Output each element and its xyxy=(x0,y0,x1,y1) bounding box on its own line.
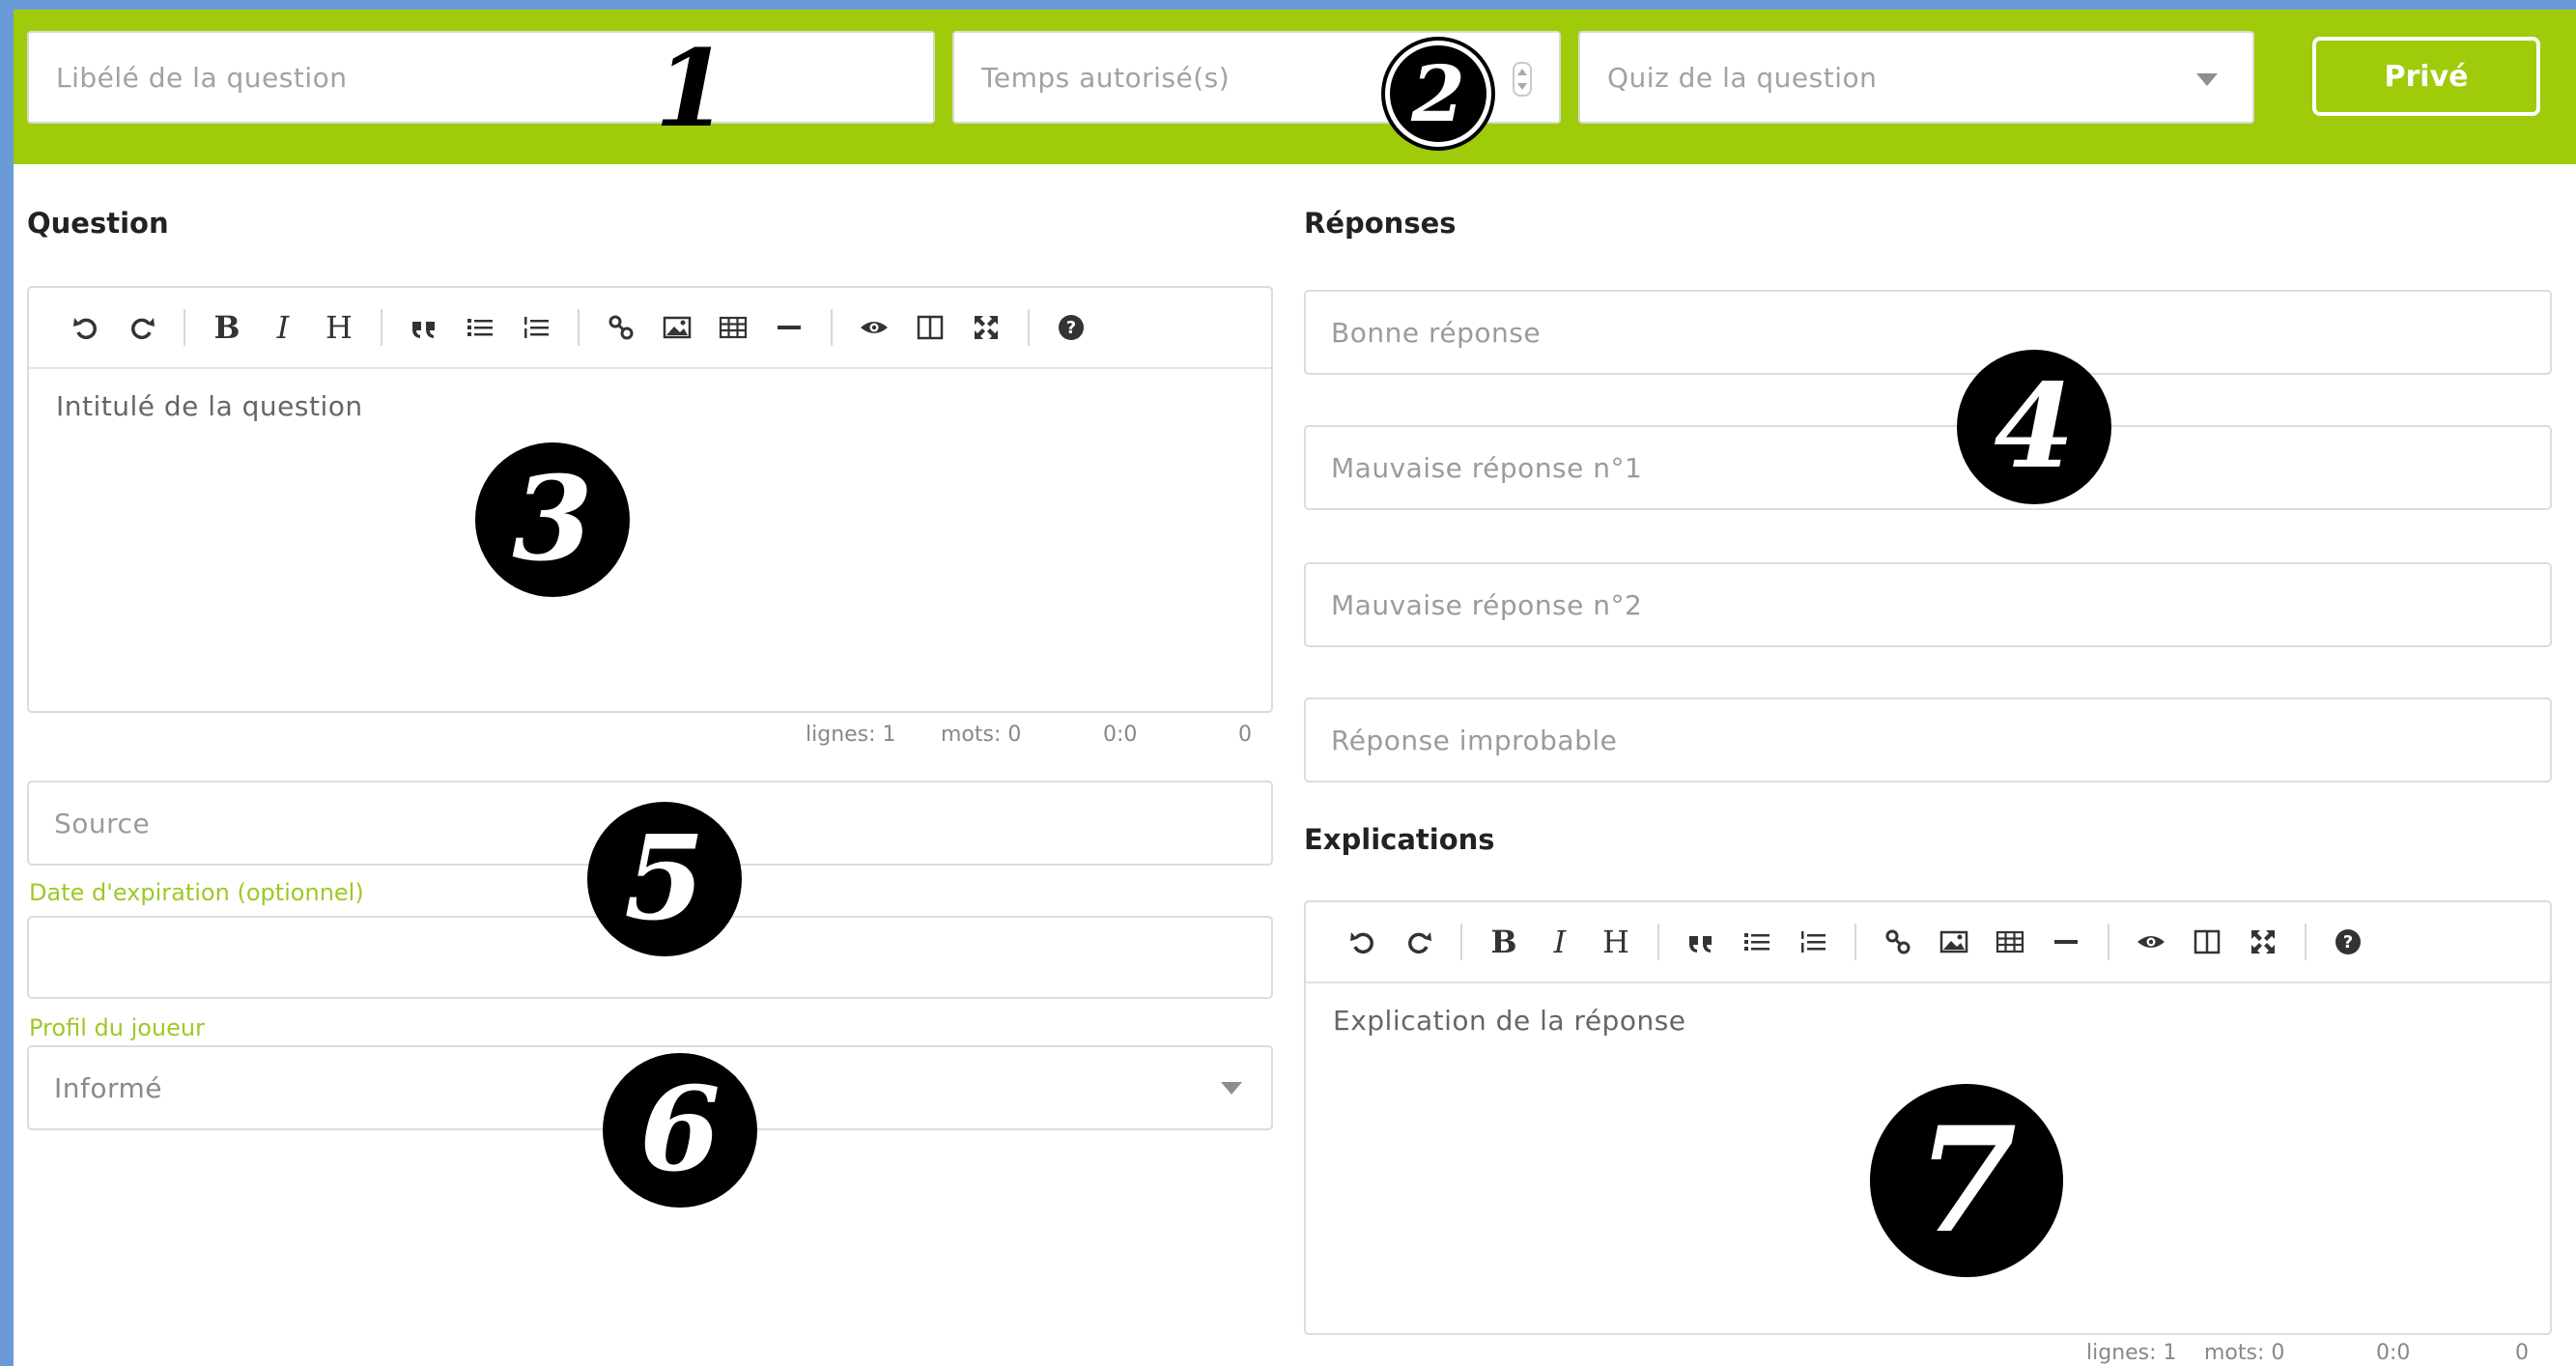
wrong-answer-1-placeholder: Mauvaise réponse n°1 xyxy=(1331,451,1643,484)
question-editor-toolbar: B I H ? xyxy=(29,288,1271,369)
explanations-section-title: Explications xyxy=(1304,823,1495,856)
bold-icon[interactable]: B xyxy=(1476,919,1532,965)
question-section-title: Question xyxy=(27,207,169,240)
good-answer-input[interactable]: Bonne réponse xyxy=(1304,290,2552,375)
table-icon[interactable] xyxy=(705,304,761,351)
quiz-select[interactable]: Quiz de la question xyxy=(1578,31,2254,124)
improbable-answer-input[interactable]: Réponse improbable xyxy=(1304,697,2552,783)
horizontal-rule-icon[interactable] xyxy=(761,304,817,351)
question-label-input[interactable]: Libélé de la question xyxy=(27,31,935,124)
image-icon[interactable] xyxy=(1926,919,1982,965)
marker-6: 6 xyxy=(603,1053,757,1208)
word-count: mots: 0 xyxy=(2204,1341,2285,1365)
cursor-position: 0:0 xyxy=(2376,1341,2411,1365)
numbered-list-icon[interactable] xyxy=(1785,919,1841,965)
image-icon[interactable] xyxy=(649,304,705,351)
toolbar-separator xyxy=(1854,924,1856,960)
wrong-answer-1-input[interactable]: Mauvaise réponse n°1 xyxy=(1304,425,2552,510)
time-allowed-placeholder: Temps autorisé(s) xyxy=(981,61,1231,94)
toolbar-separator xyxy=(1657,924,1659,960)
question-editor-text[interactable]: Intitulé de la question xyxy=(29,369,1271,422)
explanation-editor-toolbar: B I H ? xyxy=(1306,902,2550,983)
side-by-side-icon[interactable] xyxy=(2179,919,2235,965)
marker-3: 3 xyxy=(475,442,630,597)
marker-4: 4 xyxy=(1957,350,2111,504)
marker-5: 5 xyxy=(587,802,742,956)
bullet-list-icon[interactable] xyxy=(1729,919,1785,965)
table-icon[interactable] xyxy=(1982,919,2038,965)
good-answer-placeholder: Bonne réponse xyxy=(1331,316,1542,349)
bold-icon[interactable]: B xyxy=(199,304,255,351)
side-by-side-icon[interactable] xyxy=(902,304,958,351)
expiration-date-label: Date d'expiration (optionnel) xyxy=(29,879,364,906)
question-editor-page: Libélé de la question Temps autorisé(s) … xyxy=(14,10,2576,1366)
undo-icon[interactable] xyxy=(58,304,114,351)
improbable-answer-placeholder: Réponse improbable xyxy=(1331,724,1618,756)
line-count: lignes: 1 xyxy=(2086,1341,2177,1365)
bullet-list-icon[interactable] xyxy=(452,304,508,351)
help-icon[interactable]: ? xyxy=(1043,304,1099,351)
private-button[interactable]: Privé xyxy=(2312,37,2540,116)
help-icon[interactable]: ? xyxy=(2320,919,2376,965)
preview-eye-icon[interactable] xyxy=(846,304,902,351)
toolbar-separator xyxy=(831,309,833,346)
chevron-down-icon xyxy=(2196,73,2218,86)
redo-icon[interactable] xyxy=(114,304,170,351)
link-icon[interactable] xyxy=(593,304,649,351)
number-spinner-icon[interactable] xyxy=(1513,62,1532,97)
toolbar-separator xyxy=(578,309,580,346)
italic-icon[interactable]: I xyxy=(1532,919,1588,965)
italic-icon[interactable]: I xyxy=(255,304,311,351)
question-label-placeholder: Libélé de la question xyxy=(56,61,348,94)
horizontal-rule-icon[interactable] xyxy=(2038,919,2094,965)
marker-7: 7 xyxy=(1870,1084,2063,1277)
explanation-editor-text[interactable]: Explication de la réponse xyxy=(1306,983,2550,1037)
marker-1: 1 xyxy=(654,26,729,151)
line-count: lignes: 1 xyxy=(806,723,896,747)
quote-icon[interactable] xyxy=(396,304,452,351)
toolbar-separator xyxy=(1460,924,1462,960)
toolbar-separator xyxy=(184,309,185,346)
toolbar-separator xyxy=(2108,924,2109,960)
svg-text:?: ? xyxy=(2343,932,2353,953)
heading-icon[interactable]: H xyxy=(311,304,367,351)
cursor-position: 0:0 xyxy=(1103,723,1138,747)
preview-eye-icon[interactable] xyxy=(2123,919,2179,965)
heading-icon[interactable]: H xyxy=(1588,919,1644,965)
char-count: 0 xyxy=(2515,1341,2529,1365)
question-editor[interactable]: B I H ? Intitulé de la question xyxy=(27,286,1273,713)
source-placeholder: Source xyxy=(54,807,151,840)
char-count: 0 xyxy=(1238,723,1252,747)
toolbar-separator xyxy=(2305,924,2307,960)
player-profile-label: Profil du joueur xyxy=(29,1014,205,1041)
wrong-answer-2-input[interactable]: Mauvaise réponse n°2 xyxy=(1304,562,2552,647)
fullscreen-icon[interactable] xyxy=(2235,919,2291,965)
fullscreen-icon[interactable] xyxy=(958,304,1014,351)
question-status-bar: lignes: 1 mots: 0 0:0 0 xyxy=(806,723,1269,752)
quiz-select-placeholder: Quiz de la question xyxy=(1607,61,1878,94)
redo-icon[interactable] xyxy=(1391,919,1447,965)
answers-section-title: Réponses xyxy=(1304,207,1457,240)
quote-icon[interactable] xyxy=(1673,919,1729,965)
wrong-answer-2-placeholder: Mauvaise réponse n°2 xyxy=(1331,588,1643,621)
top-bar: Libélé de la question Temps autorisé(s) … xyxy=(14,10,2576,164)
player-profile-value: Informé xyxy=(54,1071,163,1104)
undo-icon[interactable] xyxy=(1335,919,1391,965)
explanation-status-bar: lignes: 1 mots: 0 0:0 0 xyxy=(2086,1341,2550,1366)
link-icon[interactable] xyxy=(1870,919,1926,965)
svg-text:?: ? xyxy=(1066,318,1076,338)
chevron-down-icon xyxy=(1221,1082,1242,1095)
marker-2: 2 xyxy=(1385,41,1491,147)
numbered-list-icon[interactable] xyxy=(508,304,564,351)
toolbar-separator xyxy=(381,309,382,346)
toolbar-separator xyxy=(1028,309,1030,346)
word-count: mots: 0 xyxy=(941,723,1022,747)
